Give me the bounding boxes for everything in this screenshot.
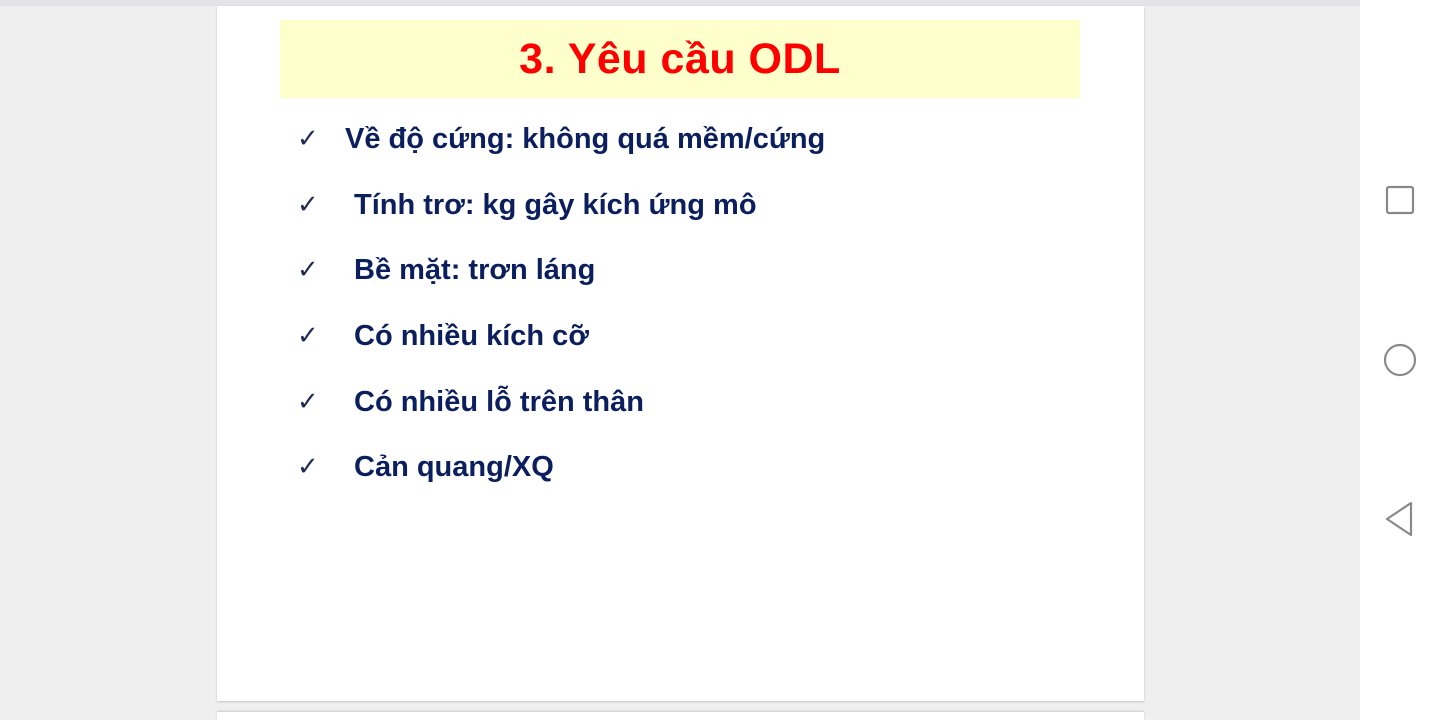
check-icon: ✓ xyxy=(297,124,319,154)
slide-title-box: 3. Yêu cầu ODL xyxy=(280,20,1080,98)
bullet-text: Tính trơ: kg gây kích ứng mô xyxy=(354,188,757,221)
bullet-text: Có nhiều kích cỡ xyxy=(354,320,589,353)
check-icon: ✓ xyxy=(297,255,319,286)
bullet-text: Về độ cứng: không quá mềm/cứng xyxy=(345,123,826,155)
document-viewer[interactable]: 3. Yêu cầu ODL ✓ Về độ cứng: không quá m… xyxy=(0,0,1360,720)
check-icon: ✓ xyxy=(297,452,319,483)
bullet-text: Cản quang/XQ xyxy=(354,451,554,484)
bullet-text: Có nhiều lỗ trên thân xyxy=(354,385,644,418)
slide-page: 3. Yêu cầu ODL ✓ Về độ cứng: không quá m… xyxy=(217,6,1144,701)
check-icon: ✓ xyxy=(297,386,319,417)
recent-apps-button[interactable] xyxy=(1380,180,1420,220)
check-icon: ✓ xyxy=(297,189,319,220)
next-page-edge xyxy=(217,712,1144,720)
recent-apps-square-icon xyxy=(1385,185,1415,215)
home-circle-icon xyxy=(1383,343,1417,377)
slide-title: 3. Yêu cầu ODL xyxy=(519,34,841,83)
check-icon: ✓ xyxy=(297,321,319,352)
back-button[interactable] xyxy=(1380,499,1420,539)
back-triangle-icon xyxy=(1385,501,1413,537)
bullet-text: Bề mặt: trơn láng xyxy=(354,254,596,287)
home-button[interactable] xyxy=(1380,340,1420,380)
system-navigation-bar xyxy=(1360,0,1440,720)
